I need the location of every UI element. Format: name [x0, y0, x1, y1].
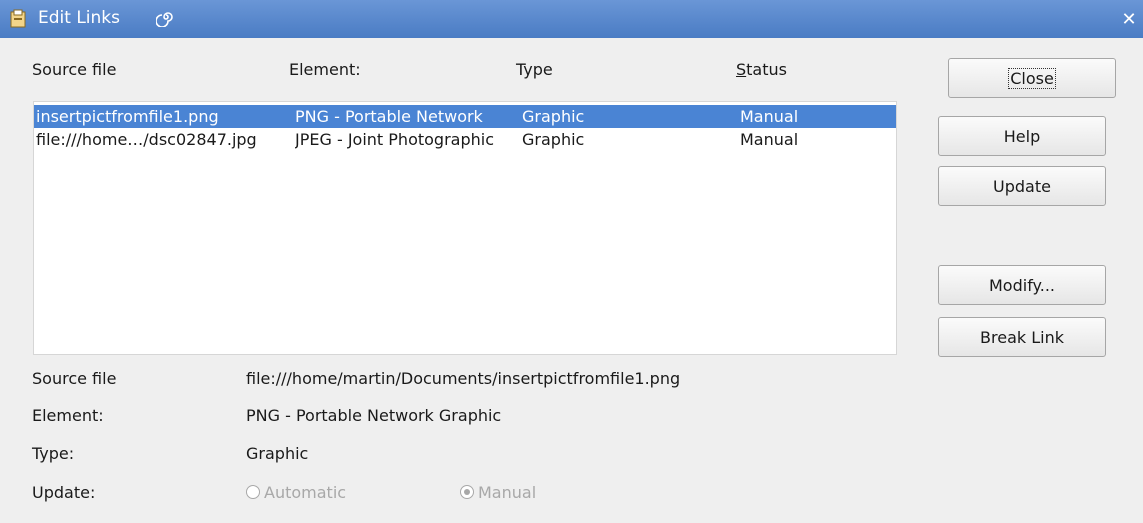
- links-list[interactable]: insertpictfromfile1.png PNG - Portable N…: [33, 101, 897, 355]
- radio-on-icon: [460, 485, 474, 499]
- title-bar[interactable]: Edit Links ✕: [0, 0, 1143, 38]
- column-header-type[interactable]: Type: [516, 60, 553, 79]
- row-status: Manual: [740, 130, 799, 149]
- row-source: file:///home…/dsc02847.jpg: [36, 130, 257, 149]
- source-file-label: Source file: [32, 369, 117, 388]
- automatic-radio[interactable]: Automatic: [246, 483, 346, 502]
- spiral-icon: [155, 7, 176, 28]
- row-element: PNG - Portable Network: [295, 107, 483, 126]
- modify-button[interactable]: Modify...: [938, 265, 1106, 305]
- column-header-source[interactable]: Source file: [32, 60, 116, 79]
- close-window-icon[interactable]: ✕: [1119, 10, 1139, 30]
- element-label: Element:: [32, 406, 104, 425]
- manual-radio[interactable]: Manual: [460, 483, 536, 502]
- break-link-button[interactable]: Break Link: [938, 317, 1106, 357]
- row-element: JPEG - Joint Photographic: [295, 130, 494, 149]
- source-file-value: file:///home/martin/Documents/insertpict…: [246, 369, 681, 388]
- row-source: insertpictfromfile1.png: [36, 107, 219, 126]
- column-header-status[interactable]: Status: [736, 60, 787, 79]
- list-row[interactable]: insertpictfromfile1.png PNG - Portable N…: [34, 105, 896, 128]
- column-header-element[interactable]: Element:: [289, 60, 361, 79]
- type-label: Type:: [32, 444, 75, 463]
- window-title: Edit Links: [38, 8, 120, 28]
- radio-off-icon: [246, 485, 260, 499]
- list-row[interactable]: file:///home…/dsc02847.jpg JPEG - Joint …: [34, 128, 896, 151]
- row-type: Graphic: [522, 107, 585, 126]
- close-button[interactable]: Close: [948, 58, 1116, 98]
- type-value: Graphic: [246, 444, 309, 463]
- help-button[interactable]: Help: [938, 116, 1106, 156]
- update-label: Update:: [32, 483, 96, 502]
- element-value: PNG - Portable Network Graphic: [246, 406, 502, 425]
- row-status: Manual: [740, 107, 799, 126]
- row-type: Graphic: [522, 130, 585, 149]
- app-icon: [8, 9, 28, 29]
- update-button[interactable]: Update: [938, 166, 1106, 206]
